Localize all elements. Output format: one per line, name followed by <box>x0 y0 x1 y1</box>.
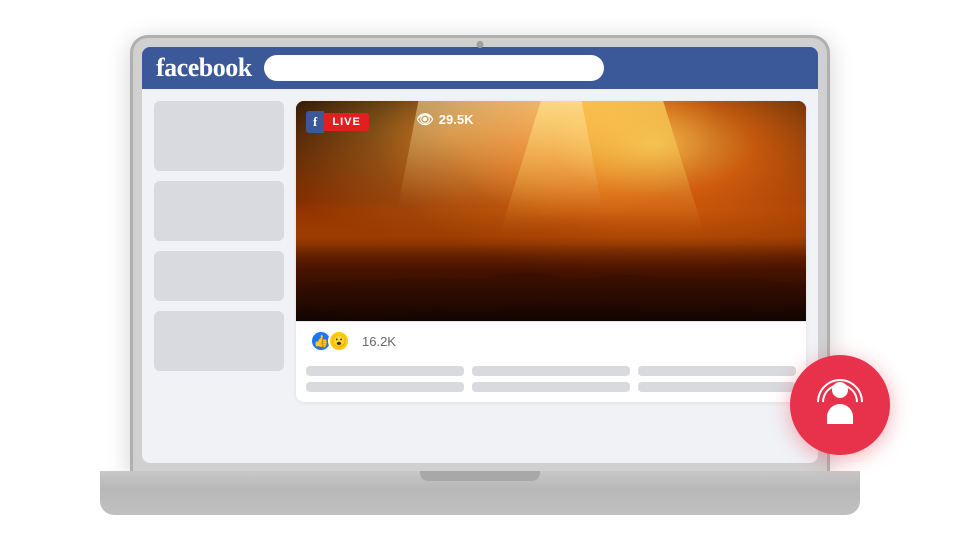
action-bar-2 <box>472 366 630 376</box>
action-row-1 <box>306 366 796 376</box>
facebook-post: f LIVE 👁 29.5K <box>296 101 806 402</box>
reaction-icons: 👍 😮 <box>310 330 350 352</box>
facebook-main: f LIVE 👁 29.5K <box>296 101 806 451</box>
fb-icon: f <box>306 111 324 133</box>
action-bar-1 <box>306 366 464 376</box>
wow-reaction: 😮 <box>328 330 350 352</box>
laptop-bezel: facebook <box>130 35 830 475</box>
action-bar-4 <box>306 382 464 392</box>
live-badge: f LIVE <box>306 111 369 133</box>
facebook-search-bar[interactable] <box>264 55 604 81</box>
viewer-count: 👁 29.5K <box>416 111 473 128</box>
action-bar-3 <box>638 366 796 376</box>
post-footer: 👍 😮 16.2K <box>296 321 806 360</box>
crowd-overlay <box>296 101 806 321</box>
viewer-count-value: 29.5K <box>439 112 474 127</box>
video-container[interactable]: f LIVE 👁 29.5K <box>296 101 806 321</box>
facebook-sidebar <box>154 101 284 451</box>
live-stream-icon <box>815 380 865 430</box>
eye-icon: 👁 <box>416 111 434 128</box>
laptop-base <box>100 471 860 515</box>
facebook-header: facebook <box>142 47 818 89</box>
facebook-content: f LIVE 👁 29.5K <box>142 89 818 463</box>
sidebar-block-3 <box>154 251 284 301</box>
action-bars <box>296 360 806 402</box>
sidebar-block-2 <box>154 181 284 241</box>
live-stream-badge[interactable] <box>790 355 890 455</box>
reaction-count: 16.2K <box>362 334 396 349</box>
action-bar-6 <box>638 382 796 392</box>
person-body-icon <box>827 404 853 424</box>
laptop-camera <box>477 41 484 48</box>
live-label: LIVE <box>324 113 368 131</box>
laptop-screen: facebook <box>142 47 818 463</box>
facebook-logo: facebook <box>156 53 252 83</box>
action-row-2 <box>306 382 796 392</box>
scene: facebook <box>50 15 910 535</box>
sidebar-block-1 <box>154 101 284 171</box>
person-head-icon <box>832 382 848 398</box>
laptop: facebook <box>100 35 860 515</box>
facebook-ui: facebook <box>142 47 818 463</box>
action-bar-5 <box>472 382 630 392</box>
sidebar-block-4 <box>154 311 284 371</box>
